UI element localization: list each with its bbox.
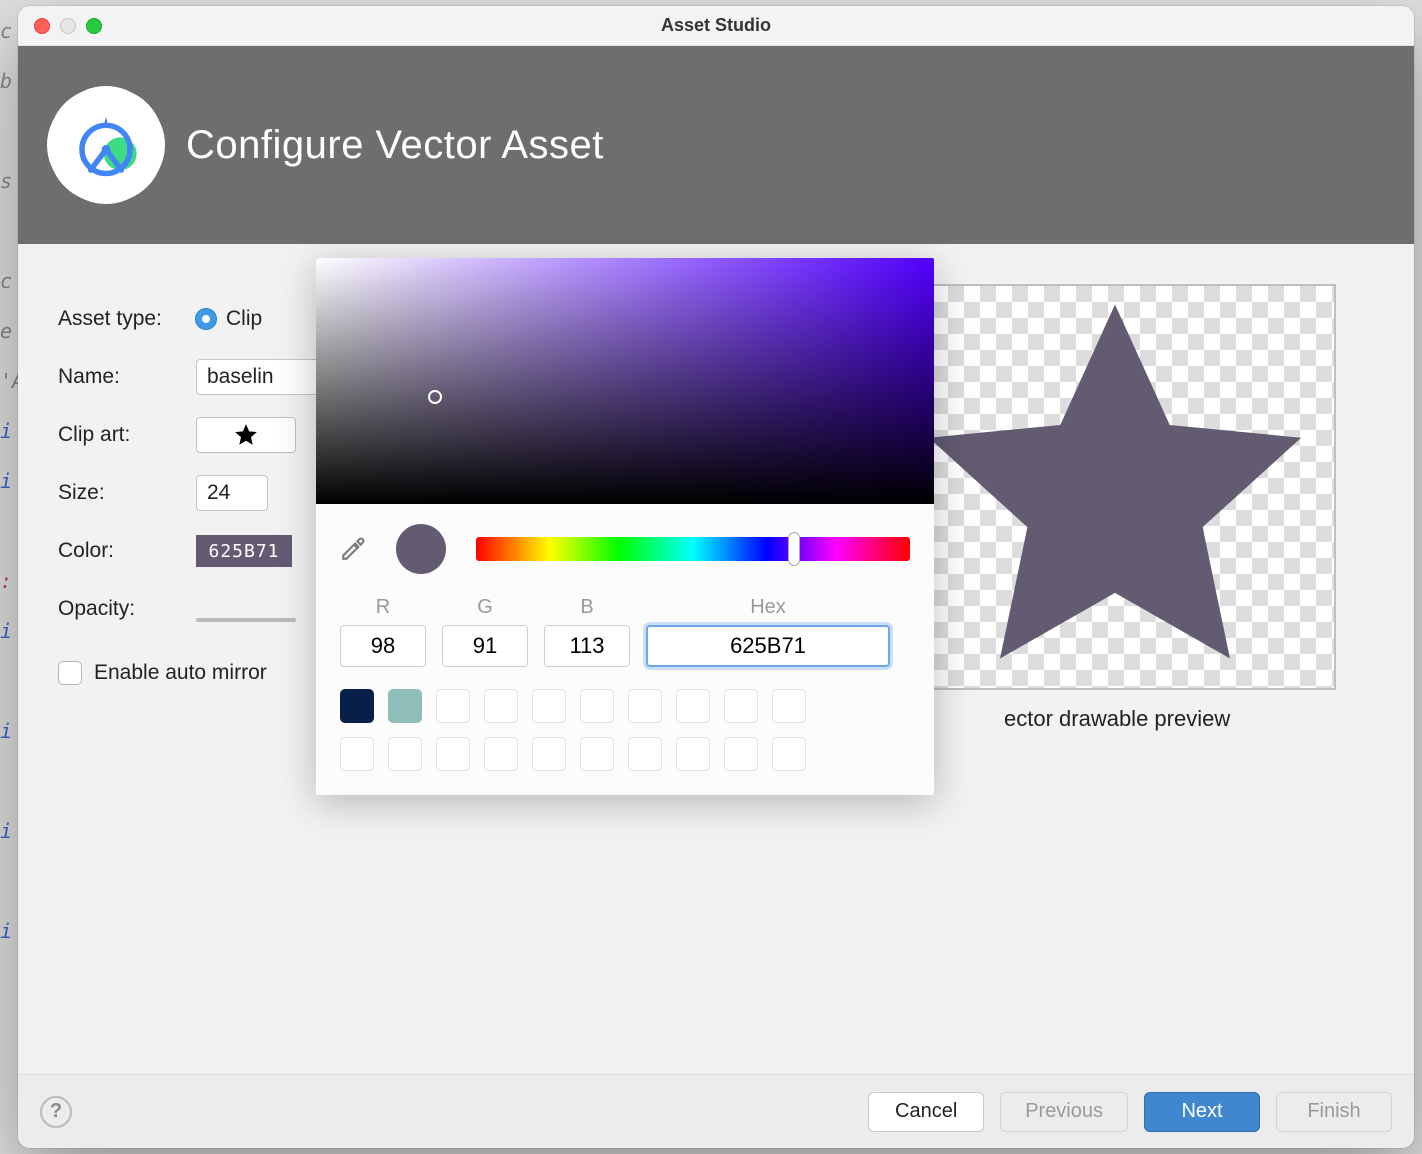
asset-studio-window: Asset Studio Configure Vector Asset Asse… bbox=[18, 6, 1414, 1148]
palette-swatch-empty[interactable] bbox=[532, 737, 566, 771]
size-label: Size: bbox=[58, 481, 196, 505]
palette-swatch-empty[interactable] bbox=[772, 689, 806, 723]
b-label: B bbox=[580, 596, 593, 619]
page-title: Configure Vector Asset bbox=[186, 123, 604, 168]
hue-thumb[interactable] bbox=[788, 532, 800, 566]
asset-type-clip-art-radio[interactable] bbox=[196, 309, 216, 329]
palette-swatch-empty[interactable] bbox=[436, 737, 470, 771]
palette-swatch-empty[interactable] bbox=[532, 689, 566, 723]
asset-type-label: Asset type: bbox=[58, 307, 196, 331]
palette-swatch-empty[interactable] bbox=[676, 689, 710, 723]
titlebar: Asset Studio bbox=[18, 6, 1414, 46]
hue-slider[interactable] bbox=[476, 537, 910, 561]
palette-swatch-empty[interactable] bbox=[628, 737, 662, 771]
g-input[interactable]: 91 bbox=[442, 625, 528, 667]
palette-swatch-empty[interactable] bbox=[436, 689, 470, 723]
color-swatch-button[interactable]: 625B71 bbox=[196, 535, 292, 567]
saturation-value-field[interactable] bbox=[316, 258, 934, 504]
compass-icon bbox=[71, 110, 141, 180]
previous-button[interactable]: Previous bbox=[1000, 1092, 1128, 1132]
clip-art-button[interactable] bbox=[196, 417, 296, 453]
palette-swatch[interactable] bbox=[340, 689, 374, 723]
color-picker-popup: R 98 G 91 B 113 Hex 625B71 bbox=[316, 258, 934, 795]
palette-swatch-empty[interactable] bbox=[388, 737, 422, 771]
r-input[interactable]: 98 bbox=[340, 625, 426, 667]
palette-swatch-empty[interactable] bbox=[580, 689, 614, 723]
palette-swatch-empty[interactable] bbox=[724, 737, 758, 771]
clip-art-label: Clip art: bbox=[58, 423, 196, 447]
help-button[interactable]: ? bbox=[40, 1096, 72, 1128]
wizard-footer: ? Cancel Previous Next Finish bbox=[18, 1074, 1414, 1148]
android-studio-logo bbox=[54, 93, 158, 197]
preview-panel: ector drawable preview bbox=[930, 284, 1336, 732]
name-label: Name: bbox=[58, 365, 196, 389]
size-width-input[interactable]: 24 bbox=[196, 475, 268, 511]
next-button[interactable]: Next bbox=[1144, 1092, 1260, 1132]
color-label: Color: bbox=[58, 539, 196, 563]
eyedropper-icon bbox=[340, 536, 366, 562]
g-label: G bbox=[477, 596, 493, 619]
selected-color-preview bbox=[396, 524, 446, 574]
preview-caption: ector drawable preview bbox=[930, 706, 1336, 732]
vector-preview-canvas bbox=[930, 284, 1336, 690]
preview-star-icon bbox=[896, 267, 1334, 707]
palette-swatch-empty[interactable] bbox=[724, 689, 758, 723]
palette-swatch-empty[interactable] bbox=[484, 737, 518, 771]
auto-mirror-label: Enable auto mirror bbox=[94, 661, 267, 685]
finish-button[interactable]: Finish bbox=[1276, 1092, 1392, 1132]
auto-mirror-checkbox[interactable] bbox=[58, 661, 82, 685]
palette-swatch-empty[interactable] bbox=[484, 689, 518, 723]
opacity-slider[interactable] bbox=[196, 618, 296, 622]
palette-swatch-empty[interactable] bbox=[676, 737, 710, 771]
star-icon bbox=[233, 422, 259, 448]
b-input[interactable]: 113 bbox=[544, 625, 630, 667]
wizard-content: Asset type: Clip Name: baselin Clip art:… bbox=[18, 244, 1414, 1074]
window-title: Asset Studio bbox=[18, 15, 1414, 36]
asset-type-clip-art-radio-label: Clip bbox=[226, 307, 262, 331]
palette-swatch-empty[interactable] bbox=[580, 737, 614, 771]
recent-colors-palette bbox=[340, 689, 910, 771]
background-code: cb s ce 'Aii :i i i i bbox=[0, 0, 20, 1154]
eyedropper-button[interactable] bbox=[340, 536, 366, 562]
wizard-header: Configure Vector Asset bbox=[18, 46, 1414, 244]
palette-swatch-empty[interactable] bbox=[772, 737, 806, 771]
r-label: R bbox=[376, 596, 390, 619]
sv-picker-handle[interactable] bbox=[428, 390, 442, 404]
palette-swatch[interactable] bbox=[388, 689, 422, 723]
cancel-button[interactable]: Cancel bbox=[868, 1092, 984, 1132]
palette-swatch-empty[interactable] bbox=[628, 689, 662, 723]
question-icon: ? bbox=[50, 1100, 62, 1123]
opacity-label: Opacity: bbox=[58, 597, 196, 621]
palette-swatch-empty[interactable] bbox=[340, 737, 374, 771]
hex-input[interactable]: 625B71 bbox=[646, 625, 890, 667]
hex-label: Hex bbox=[750, 596, 786, 619]
